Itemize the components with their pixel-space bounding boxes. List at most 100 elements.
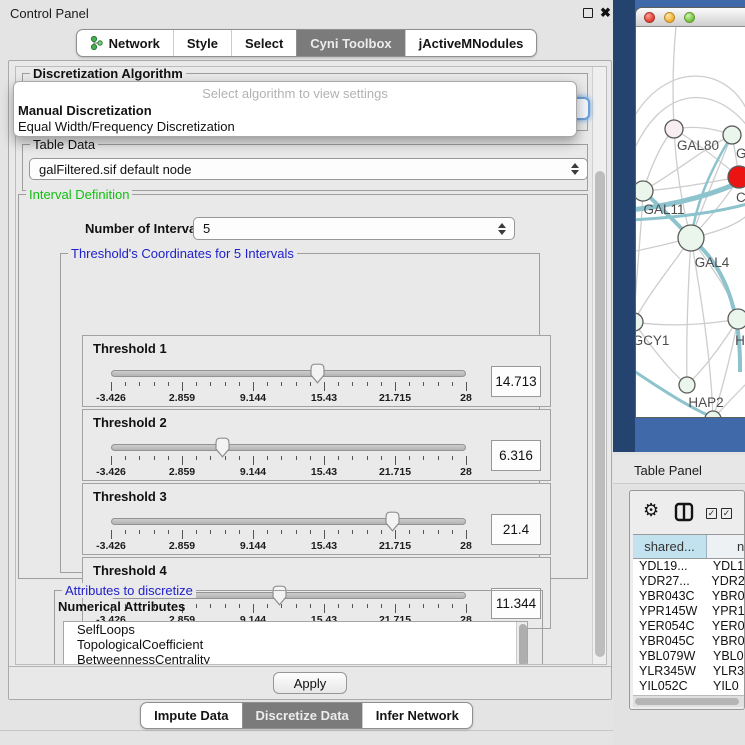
tab-label: jActiveMNodules <box>419 36 524 51</box>
attribute-list-item[interactable]: BetweennessCentrality <box>64 652 527 665</box>
tick-mark <box>324 382 325 391</box>
tick-label: 21.715 <box>367 466 423 478</box>
close-traffic-light[interactable] <box>644 12 655 23</box>
table-row[interactable]: YBL079WYBL0 <box>633 649 744 664</box>
tick-mark <box>409 382 410 386</box>
tick-label: 28 <box>438 466 494 478</box>
attribute-list-item[interactable]: SelfLoops <box>64 622 527 637</box>
minimize-traffic-light[interactable] <box>664 12 675 23</box>
slider-thumb[interactable] <box>214 437 231 458</box>
tick-mark <box>154 382 155 386</box>
checkbox-icon[interactable]: ✓ <box>721 508 732 519</box>
network-node[interactable] <box>636 313 643 331</box>
tick-label: 9.144 <box>225 466 281 478</box>
tab-select[interactable]: Select <box>231 30 296 56</box>
network-node[interactable] <box>679 377 695 393</box>
table-row[interactable]: YER054CYER0 <box>633 619 744 634</box>
tick-mark <box>139 382 140 386</box>
network-node[interactable] <box>723 126 741 144</box>
numerical-attributes-list[interactable]: SelfLoopsTopologicalCoefficientBetweenne… <box>63 621 528 665</box>
threshold-slider[interactable] <box>111 518 466 525</box>
tick-mark <box>139 530 140 534</box>
cell-name: YBL0 <box>707 649 744 664</box>
threshold-value-field[interactable]: 14.713 <box>491 366 541 397</box>
apply-button[interactable]: Apply <box>273 672 347 694</box>
table-h-scrollbar[interactable] <box>633 695 744 707</box>
table-row[interactable]: YBR045CYBR0 <box>633 634 744 649</box>
table-panel-titlebar[interactable]: Table Panel <box>613 455 745 484</box>
table-row[interactable]: YDL19...YDL1 <box>633 559 744 574</box>
column-header-name[interactable]: name <box>707 535 744 558</box>
tick-mark <box>225 382 226 386</box>
threshold-value-field[interactable]: 21.4 <box>491 514 541 545</box>
slider-thumb[interactable] <box>384 511 401 532</box>
tab-network[interactable]: Network <box>77 30 173 56</box>
threshold-value-field[interactable]: 6.316 <box>491 440 541 471</box>
threshold-label: Threshold 2 <box>93 415 167 430</box>
control-panel-titlebar: Control Panel ✖ <box>0 0 613 26</box>
scrollbar-thumb[interactable] <box>635 698 739 705</box>
table-row[interactable]: YDR27...YDR2 <box>633 574 744 589</box>
gear-icon[interactable]: ⚙ <box>643 501 659 519</box>
cell-shared-name: YIL052C <box>633 679 707 694</box>
zoom-traffic-light[interactable] <box>684 12 695 23</box>
tick-mark <box>182 456 183 465</box>
panel-scrollbar[interactable] <box>592 67 606 664</box>
tick-mark <box>296 456 297 460</box>
network-window-titlebar[interactable] <box>636 8 745 27</box>
tab-style[interactable]: Style <box>173 30 231 56</box>
table-row[interactable]: YBR043CYBR0 <box>633 589 744 604</box>
cell-shared-name: YDR27... <box>633 574 705 589</box>
table-row[interactable]: YLR345WYLR3 <box>633 664 744 679</box>
network-node[interactable] <box>728 309 745 329</box>
network-window[interactable]: GAL80GACGAL11GAL4GCY1HHAP2 <box>635 7 745 418</box>
table-row[interactable]: YPR145WYPR1 <box>633 604 744 619</box>
tick-mark <box>381 382 382 386</box>
dropdown-option-manual-discretization[interactable]: Manual Discretization <box>18 103 152 118</box>
tick-mark <box>395 530 396 539</box>
dropdown-option-equal-width[interactable]: Equal Width/Frequency Discretization <box>18 119 235 134</box>
tab-infer-network[interactable]: Infer Network <box>362 703 472 728</box>
column-header-shared[interactable]: shared... <box>633 535 707 558</box>
float-window-icon[interactable] <box>583 8 593 18</box>
network-node[interactable] <box>678 225 704 251</box>
numerical-attributes-label: Numerical Attributes <box>58 599 185 614</box>
node-label: GAL4 <box>695 255 730 270</box>
group-title: Table Data <box>30 137 98 152</box>
tab-label: Cyni Toolbox <box>310 36 391 51</box>
tick-mark <box>182 530 183 539</box>
tick-mark <box>338 456 339 460</box>
tick-mark <box>438 456 439 460</box>
tick-mark <box>225 456 226 460</box>
table-row[interactable]: YIL052CYIL0 <box>633 679 744 694</box>
tick-label: 21.715 <box>367 392 423 404</box>
table-data-combobox[interactable]: galFiltered.sif default node <box>29 158 588 180</box>
column-layout-icon[interactable] <box>674 502 694 522</box>
tab-impute-data[interactable]: Impute Data <box>141 703 241 728</box>
network-node[interactable] <box>665 120 683 138</box>
checkbox-icon[interactable]: ✓ <box>706 508 717 519</box>
list-scrollbar[interactable] <box>516 622 527 665</box>
node-label: C <box>736 190 745 205</box>
tick-label: -3.426 <box>83 392 139 404</box>
tick-mark <box>253 382 254 391</box>
scrollbar-thumb[interactable] <box>595 171 605 657</box>
tick-mark <box>111 382 112 391</box>
cell-name: YBR0 <box>706 589 744 604</box>
tick-mark <box>125 382 126 386</box>
slider-thumb[interactable] <box>309 363 326 384</box>
tab-label: Style <box>187 36 218 51</box>
threshold-slider[interactable] <box>111 444 466 451</box>
network-node[interactable] <box>636 181 653 201</box>
cell-shared-name: YER054C <box>633 619 706 634</box>
network-node[interactable] <box>728 166 745 188</box>
tick-mark <box>352 382 353 386</box>
threshold-slider[interactable] <box>111 370 466 377</box>
tab-cyni-toolbox[interactable]: Cyni Toolbox <box>296 30 404 56</box>
network-canvas[interactable]: GAL80GACGAL11GAL4GCY1HHAP2 <box>636 27 745 418</box>
tab-discretize-data[interactable]: Discretize Data <box>242 703 362 728</box>
tab-jactivemnodules[interactable]: jActiveMNodules <box>405 30 537 56</box>
tab-label: Impute Data <box>154 708 228 723</box>
attribute-list-item[interactable]: TopologicalCoefficient <box>64 637 527 652</box>
close-icon[interactable]: ✖ <box>600 5 611 21</box>
